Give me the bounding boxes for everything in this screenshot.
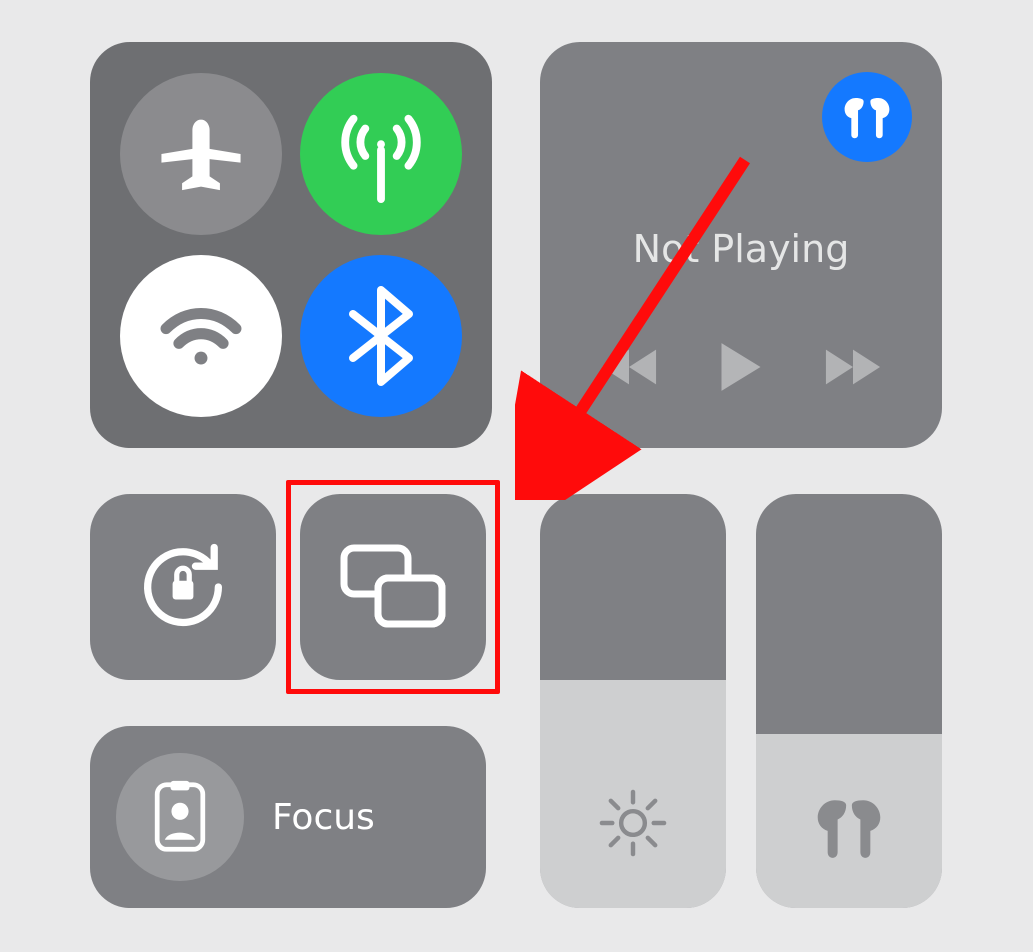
orientation-lock-button[interactable] — [90, 494, 276, 680]
focus-badge-icon — [151, 779, 209, 855]
bluetooth-icon — [348, 286, 414, 386]
focus-button[interactable]: Focus — [90, 726, 486, 908]
connectivity-panel — [90, 42, 492, 448]
screen-mirroring-button[interactable] — [300, 494, 486, 680]
play-icon[interactable] — [718, 341, 764, 393]
wifi-icon — [155, 290, 247, 382]
orientation-lock-icon — [131, 535, 235, 639]
airpods-icon — [812, 796, 886, 860]
media-panel[interactable]: Not Playing — [540, 42, 942, 448]
airpods-output-badge[interactable] — [822, 72, 912, 162]
brightness-icon — [596, 786, 670, 860]
forward-icon[interactable] — [824, 347, 882, 387]
brightness-slider[interactable] — [540, 494, 726, 908]
focus-label: Focus — [272, 797, 375, 838]
airpods-icon — [839, 89, 895, 145]
media-status-label: Not Playing — [540, 227, 942, 271]
wifi-toggle[interactable] — [120, 255, 282, 417]
volume-slider[interactable] — [756, 494, 942, 908]
screen-mirroring-icon — [338, 542, 448, 632]
cellular-data-toggle[interactable] — [300, 73, 462, 235]
rewind-icon[interactable] — [600, 347, 658, 387]
media-controls — [540, 341, 942, 393]
cellular-antenna-icon — [332, 105, 430, 203]
bluetooth-toggle[interactable] — [300, 255, 462, 417]
airplane-mode-toggle[interactable] — [120, 73, 282, 235]
airplane-icon — [158, 111, 244, 197]
